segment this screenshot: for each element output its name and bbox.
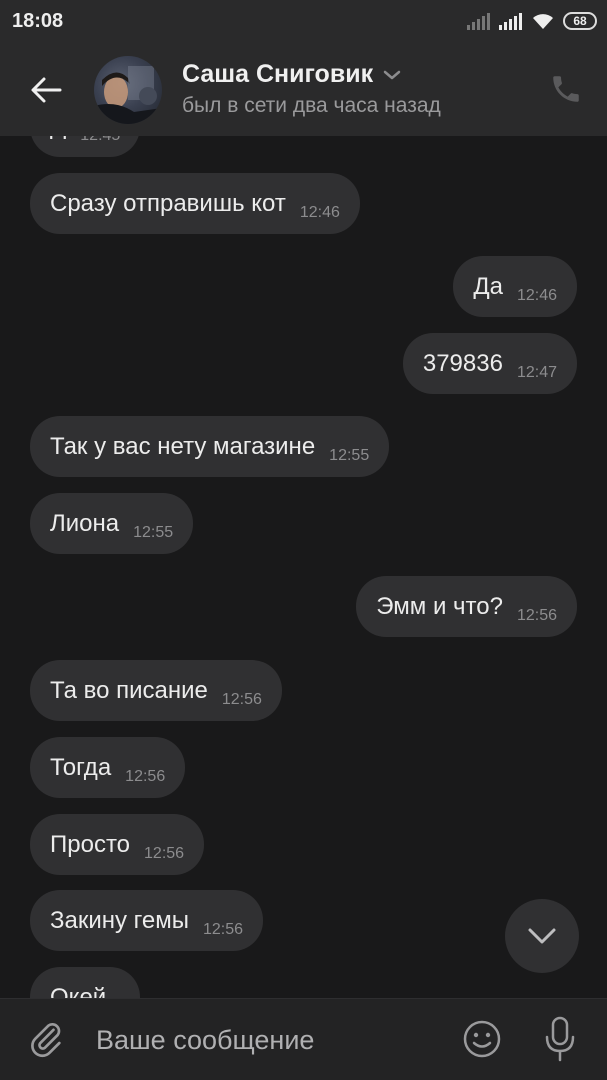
contact-name-dropdown[interactable]: Саша Сниговик bbox=[182, 60, 401, 89]
message-bubble[interactable]: Окей bbox=[30, 967, 141, 999]
message-text: 379836 bbox=[422, 349, 503, 377]
battery-level: 68 bbox=[573, 14, 587, 28]
avatar[interactable] bbox=[94, 56, 162, 124]
message-text: Окей bbox=[50, 983, 107, 999]
signal-icon bbox=[499, 13, 522, 30]
message-text: Сразу отправишь кот bbox=[50, 189, 286, 217]
message-text: Эмм и что? bbox=[376, 592, 503, 620]
message-time: 12:56 bbox=[125, 767, 166, 785]
message-bubble[interactable]: 379836 12:47 bbox=[402, 333, 577, 394]
contact-name: Саша Сниговик bbox=[182, 60, 374, 88]
voice-record-button[interactable] bbox=[540, 1015, 580, 1063]
arrow-left-icon bbox=[31, 77, 62, 103]
message-text: Закину гемы bbox=[50, 906, 189, 934]
status-icons: 68 bbox=[467, 10, 597, 32]
message-composer bbox=[0, 998, 607, 1080]
paperclip-icon bbox=[31, 1023, 61, 1058]
contact-status: был в сети два часа назад bbox=[182, 94, 441, 117]
attach-button[interactable] bbox=[26, 1019, 66, 1059]
message-time: 12:55 bbox=[133, 523, 174, 541]
status-time: 18:08 bbox=[12, 10, 64, 32]
message-bubble[interactable]: Сразу отправишь кот 12:46 bbox=[30, 173, 360, 234]
message-bubble[interactable]: Просто 12:56 bbox=[30, 814, 205, 875]
message-time: 12:56 bbox=[144, 844, 185, 862]
message-bubble[interactable]: Да 12:46 bbox=[453, 256, 577, 317]
status-bar: 18:08 68 bbox=[0, 0, 607, 42]
signal-icon bbox=[467, 13, 490, 30]
message-bubble[interactable]: Так у вас нету магазине 12:55 bbox=[30, 416, 390, 477]
message-text: Так у вас нету магазине bbox=[50, 432, 316, 460]
message-text: Да bbox=[473, 272, 503, 300]
message-text: Та во писание bbox=[50, 676, 208, 704]
chevron-down-icon bbox=[383, 70, 401, 79]
message-text: Тогда bbox=[50, 753, 112, 781]
message-time: 12:55 bbox=[329, 446, 370, 464]
emoji-button[interactable] bbox=[462, 1019, 502, 1059]
wifi-icon bbox=[533, 14, 553, 29]
message-bubble[interactable]: Закину гемы 12:56 bbox=[30, 890, 264, 951]
scroll-to-bottom-button[interactable] bbox=[505, 899, 579, 973]
avatar-image bbox=[94, 66, 162, 124]
message-list[interactable]: Д 12:45 Сразу отправишь кот 12:46 Да 12:… bbox=[0, 136, 607, 998]
message-text: Д bbox=[50, 136, 66, 141]
message-time: 12:46 bbox=[516, 286, 557, 304]
message-input[interactable] bbox=[96, 1021, 436, 1059]
message-bubble[interactable]: Та во писание 12:56 bbox=[30, 660, 282, 721]
call-button[interactable] bbox=[549, 72, 583, 106]
message-time: 12:46 bbox=[299, 203, 340, 221]
message-time: 12:56 bbox=[221, 690, 262, 708]
message-bubble[interactable]: Лиона 12:55 bbox=[30, 493, 194, 554]
message-text: Просто bbox=[50, 830, 131, 858]
chevron-down-icon bbox=[528, 928, 556, 944]
smiley-icon bbox=[463, 1020, 501, 1058]
message-bubble[interactable]: Эмм и что? 12:56 bbox=[356, 576, 577, 637]
message-time: 12:45 bbox=[80, 136, 120, 145]
message-text: Лиона bbox=[50, 509, 120, 537]
battery-icon: 68 bbox=[563, 12, 597, 30]
phone-icon bbox=[553, 76, 579, 102]
microphone-icon bbox=[545, 1016, 575, 1062]
message-bubble[interactable]: Д 12:45 bbox=[30, 136, 141, 157]
message-time: 12:56 bbox=[516, 606, 557, 624]
message-time: 12:47 bbox=[516, 363, 557, 381]
message-bubble[interactable]: Тогда 12:56 bbox=[30, 737, 186, 798]
message-time: 12:56 bbox=[203, 920, 244, 938]
chat-header: Саша Сниговик был в сети два часа назад bbox=[0, 42, 607, 136]
back-button[interactable] bbox=[26, 70, 66, 110]
